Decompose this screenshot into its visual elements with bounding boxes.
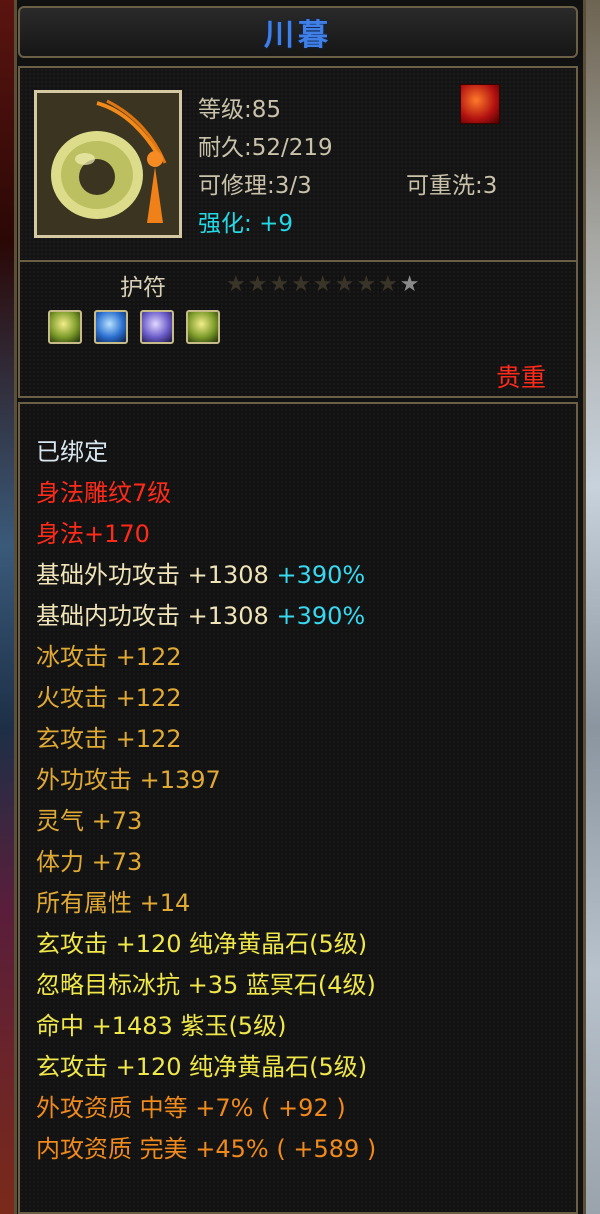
attr-line: 玄攻击 +120 纯净黄晶石(5级) <box>36 1053 368 1081</box>
attr-line: 灵气 +73 <box>36 807 143 835</box>
item-attributes-section: 已绑定 身法雕纹7级 身法+170 基础外功攻击 +1308 +390% 基础内… <box>18 402 578 1214</box>
attr-line: 外功攻击 +1397 <box>36 766 221 794</box>
attr-text: 基础内功攻击 +1308 <box>36 602 269 630</box>
attr-line: 火攻击 +122 <box>36 684 182 712</box>
gem-socket-4-icon[interactable] <box>186 310 220 344</box>
gem-socket-1-icon[interactable] <box>48 310 82 344</box>
attr-line: 玄攻击 +122 <box>36 725 182 753</box>
item-durability: 耐久:52/219 <box>198 135 333 161</box>
item-title-bar: 川暮 <box>18 6 578 58</box>
star-dim-icons: ★★★★★★★★ <box>226 272 400 297</box>
item-name: 川暮 <box>264 18 332 53</box>
attr-bonus: +390% <box>276 602 366 630</box>
item-slot-type: 护符 <box>120 275 166 301</box>
item-rarity: 贵重 <box>495 363 546 392</box>
attr-line: 内攻资质 完美 +45% ( +589 ) <box>36 1135 377 1163</box>
attr-line: 基础外功攻击 +1308 +390% <box>36 555 365 590</box>
attr-line: 外攻资质 中等 +7% ( +92 ) <box>36 1094 346 1122</box>
enhance-label: 强化: <box>198 211 252 237</box>
gem-socket-2-icon[interactable] <box>94 310 128 344</box>
attr-bonus: +390% <box>276 561 366 589</box>
star-rating: ★★★★★★★★★ <box>226 272 422 297</box>
item-info-section: 等级:85 耐久:52/219 可修理:3/3 可重洗:3 强化: +9 <box>18 66 578 262</box>
item-rewash-count: 可重洗:3 <box>406 173 498 199</box>
attr-line: 身法雕纹7级 <box>36 479 172 507</box>
attr-line: 玄攻击 +120 纯净黄晶石(5级) <box>36 930 368 958</box>
attr-text: 基础外功攻击 +1308 <box>36 561 269 589</box>
attr-line: 忽略目标冰抗 +35 蓝冥石(4级) <box>36 971 376 999</box>
amulet-icon <box>37 93 179 235</box>
star-lit-icon: ★ <box>399 272 422 297</box>
attr-line: 命中 +1483 紫玉(5级) <box>36 1012 287 1040</box>
attr-line: 所有属性 +14 <box>36 889 191 917</box>
item-icon-frame <box>34 90 182 238</box>
item-slot-section: 护符 ★★★★★★★★★ 贵重 <box>18 262 578 398</box>
item-level: 等级:85 <box>198 97 282 123</box>
attr-line: 身法+170 <box>36 520 150 548</box>
attr-line: 冰攻击 +122 <box>36 643 182 671</box>
background-right-edge <box>586 0 600 1214</box>
attr-line: 已绑定 <box>36 438 108 466</box>
fire-element-icon <box>460 84 500 124</box>
attr-line: 体力 +73 <box>36 848 143 876</box>
gem-socket-3-icon[interactable] <box>140 310 174 344</box>
enhance-value: +9 <box>259 211 293 237</box>
item-repair-count: 可修理:3/3 <box>198 173 312 199</box>
attr-line: 基础内功攻击 +1308 +390% <box>36 596 365 631</box>
item-enhance: 强化: +9 <box>198 204 293 238</box>
